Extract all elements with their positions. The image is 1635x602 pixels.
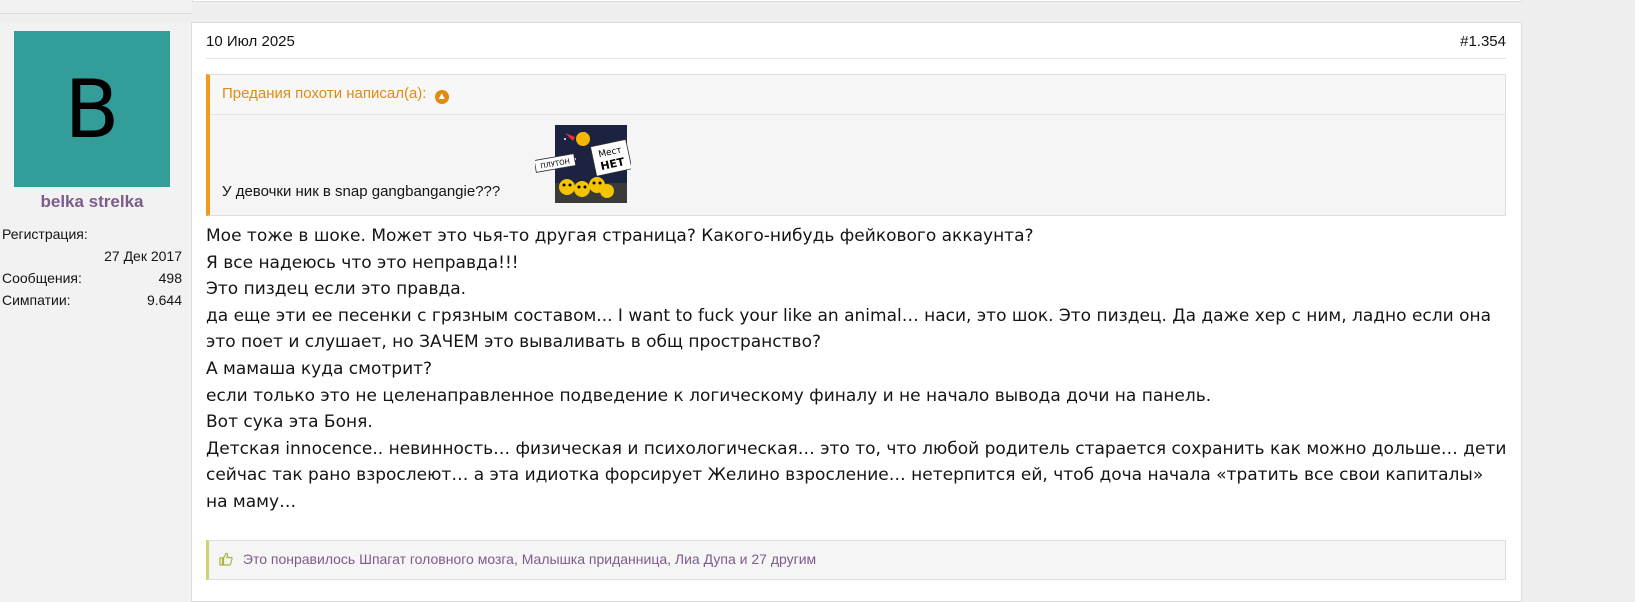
messages-label: Сообщения: bbox=[2, 270, 82, 286]
registration-label: Регистрация: bbox=[2, 226, 88, 242]
post-date-link[interactable]: 10 Июл 2025 bbox=[206, 33, 295, 50]
messages-row: Сообщения: 498 bbox=[2, 267, 182, 289]
user-info-panel: B belka strelka Регистрация: 27 Дек 2017… bbox=[0, 22, 192, 602]
post-paragraph: Детская innocence.. невинность… физическ… bbox=[206, 438, 1507, 512]
post-paragraph: Это пиздец если это правда. bbox=[206, 279, 467, 300]
reactions-text[interactable]: Это понравилось Шпагат головного мозга, … bbox=[243, 551, 816, 567]
post-paragraph: А мамаша куда смотрит? bbox=[206, 358, 433, 379]
likes-value: 9.644 bbox=[146, 292, 182, 308]
post-paragraph: Мое тоже в шоке. Может это чья-то другая… bbox=[206, 226, 1034, 246]
post-body: Мое тоже в шоке. Может это чья-то другая… bbox=[206, 223, 1510, 516]
post-paragraph: Я все надеюсь что это неправда!!! bbox=[206, 252, 519, 273]
likes-label: Симпатии: bbox=[2, 292, 71, 308]
avatar-letter: B bbox=[64, 62, 120, 156]
username-link[interactable]: belka strelka bbox=[0, 192, 184, 212]
forum-post: B belka strelka Регистрация: 27 Дек 2017… bbox=[0, 22, 1522, 602]
previous-post-edge bbox=[192, 0, 1522, 2]
messages-value: 498 bbox=[158, 270, 182, 286]
post-number-link[interactable]: #1.354 bbox=[1460, 33, 1506, 50]
quote-text: У девочки ник в snap gangbangangie??? bbox=[222, 183, 501, 200]
post-content-panel: 10 Июл 2025 #1.354 Предания похоти напис… bbox=[192, 22, 1522, 602]
thumbs-up-icon bbox=[219, 552, 233, 566]
quote-block: Предания похоти написал(а): ▲ ПЛУТОН Мес… bbox=[206, 74, 1506, 216]
post-paragraph: если только это не целенаправленное подв… bbox=[206, 385, 1212, 406]
arrow-up-circle-icon[interactable]: ▲ bbox=[434, 90, 449, 104]
avatar[interactable]: B bbox=[14, 31, 170, 187]
user-stats: Регистрация: 27 Дек 2017 Сообщения: 498 … bbox=[2, 223, 182, 311]
previous-post-user-cell bbox=[0, 0, 192, 14]
reactions-bar[interactable]: Это понравилось Шпагат головного мозга, … bbox=[206, 540, 1506, 580]
quote-author-line[interactable]: Предания похоти написал(а): bbox=[222, 85, 426, 102]
likes-row: Симпатии: 9.644 bbox=[2, 289, 182, 311]
registration-value: 27 Дек 2017 bbox=[104, 248, 182, 264]
quote-header[interactable]: Предания похоти написал(а): ▲ bbox=[210, 75, 1505, 115]
smiley-image: ПЛУТОН Мест НЕТ bbox=[535, 125, 631, 203]
post-paragraph: да еще эти ее песенки с грязным составом… bbox=[206, 305, 1492, 353]
post-header: 10 Июл 2025 #1.354 bbox=[206, 23, 1506, 59]
post-paragraph: Вот сука эта Боня. bbox=[206, 412, 373, 433]
